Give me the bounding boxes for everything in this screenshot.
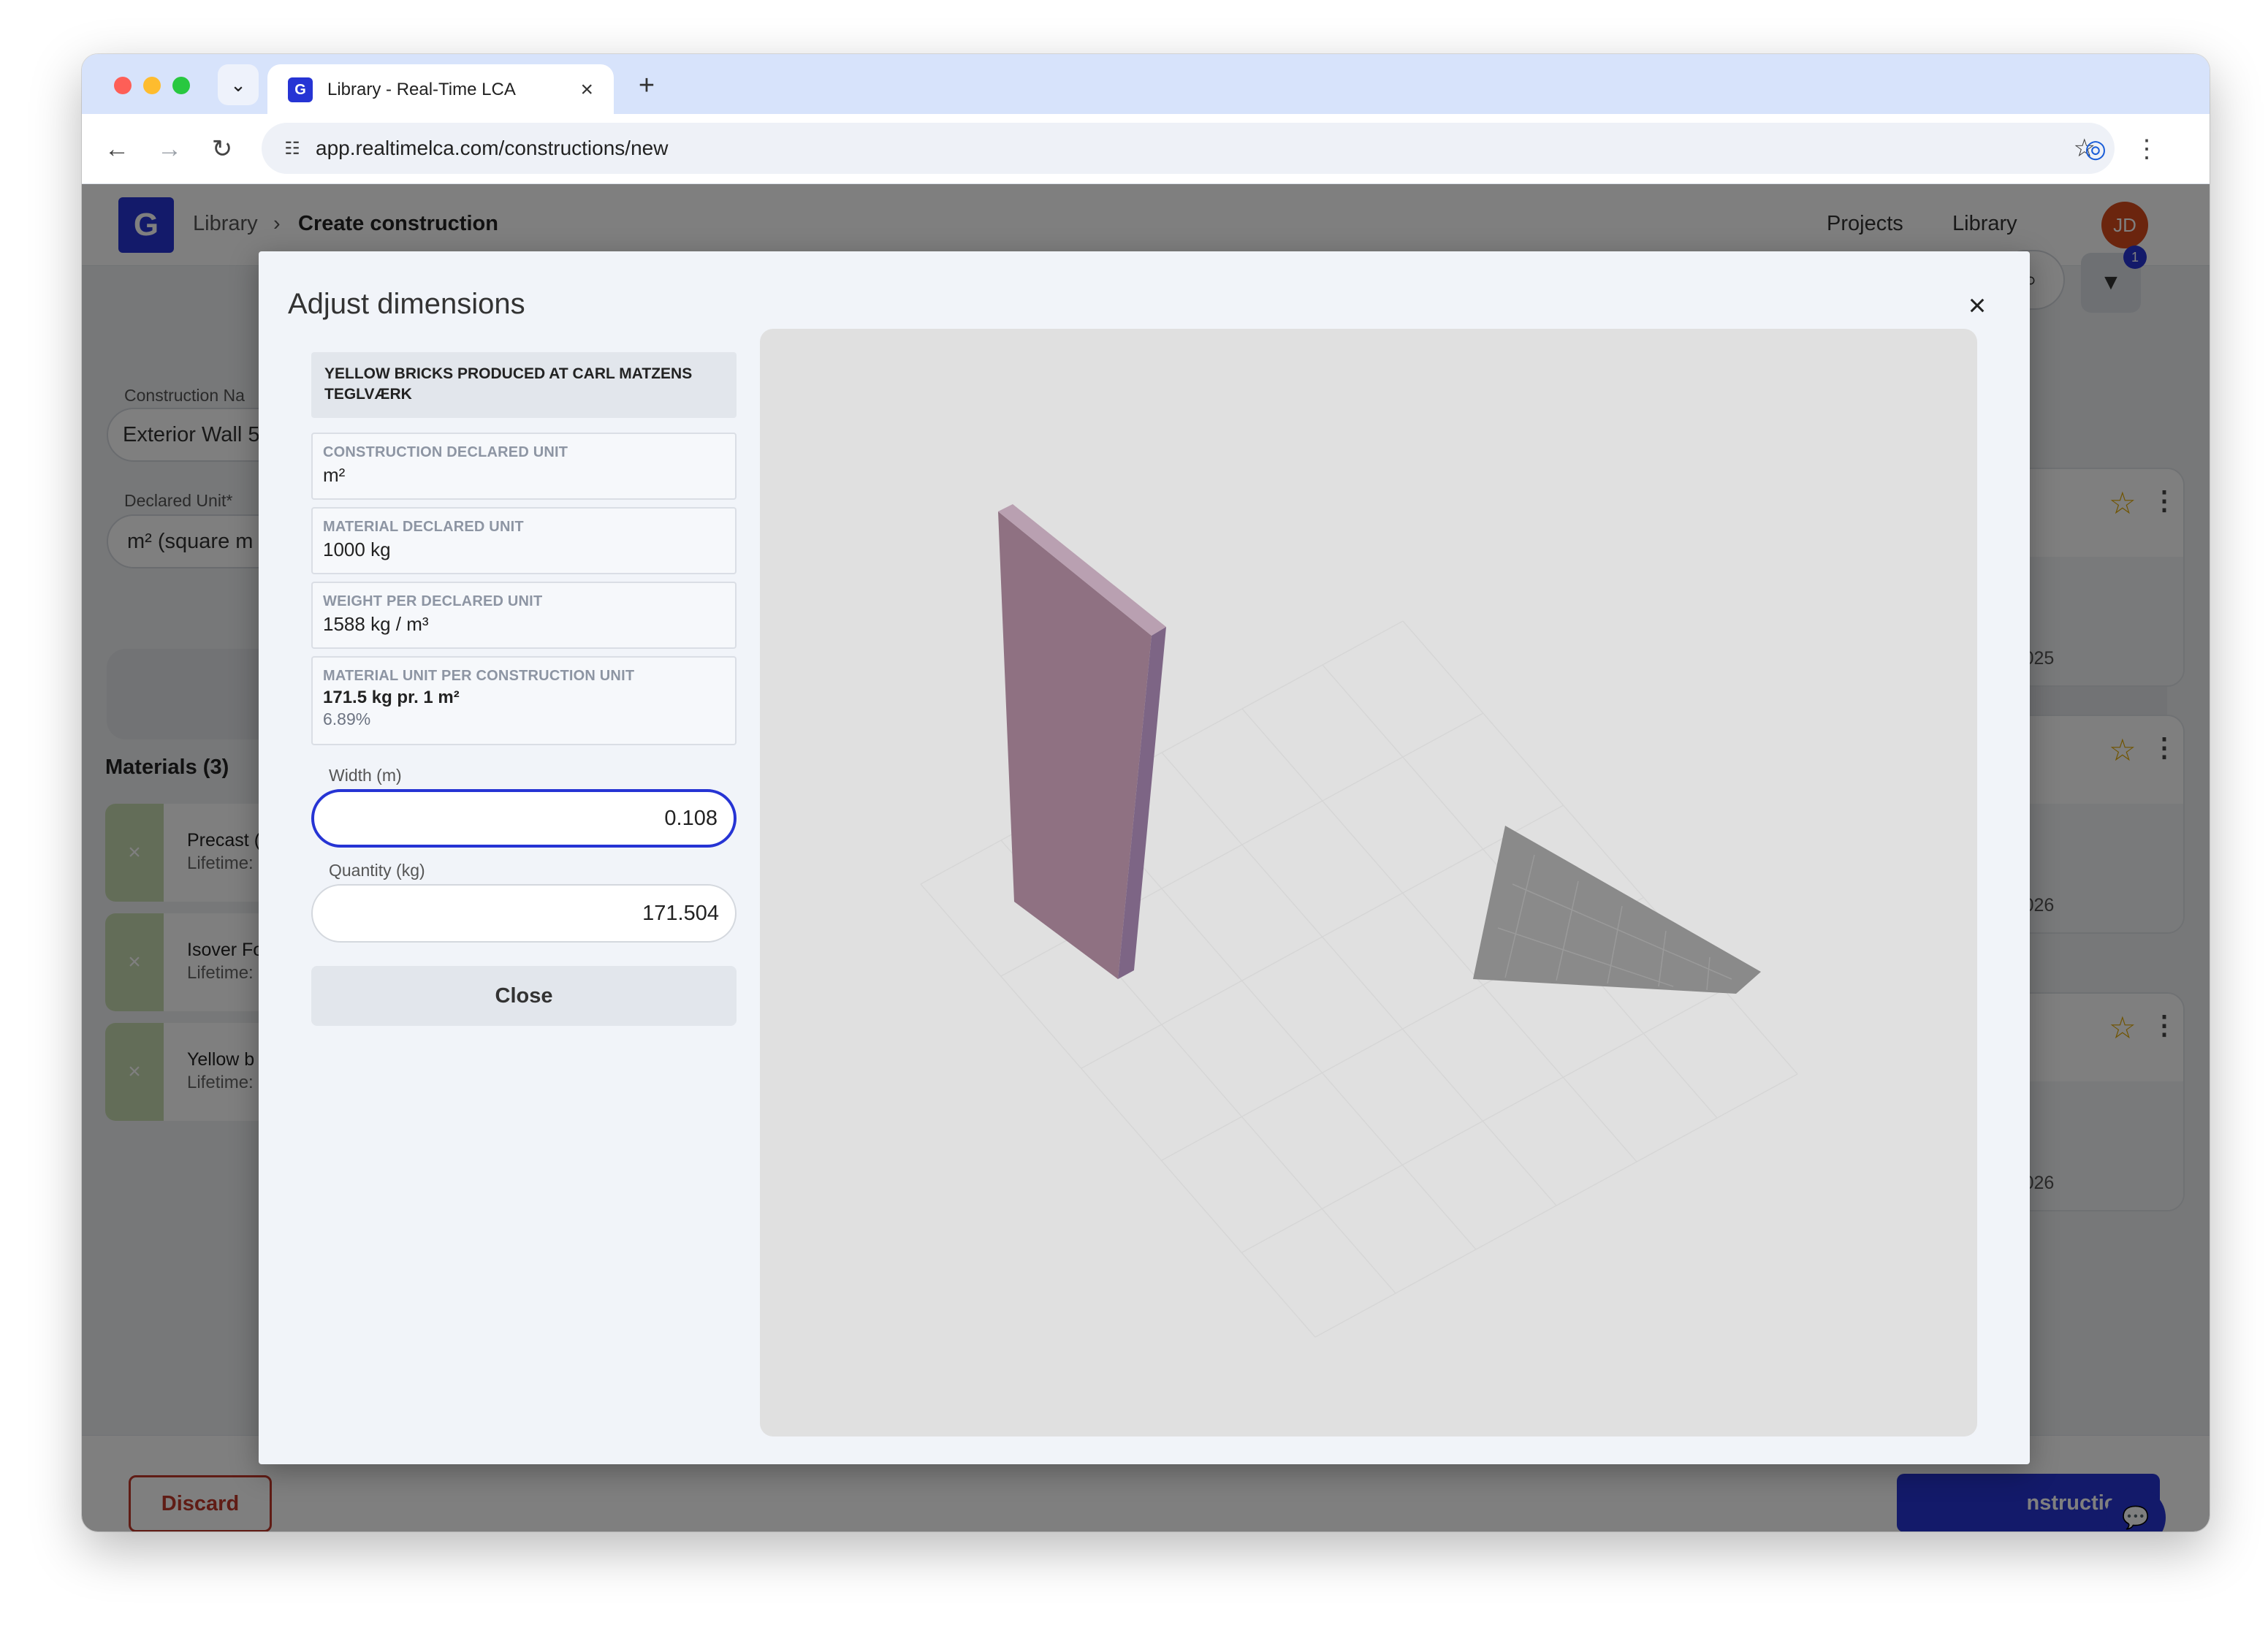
info-value: 171.5 kg pr. 1 m² xyxy=(323,688,460,707)
window-maximize-button[interactable] xyxy=(172,77,190,94)
3d-preview-viewport[interactable] xyxy=(760,329,1977,1436)
browser-toolbar: ← → ↻ ☷ app.realtimelca.com/construction… xyxy=(82,114,2210,184)
browser-menu-button[interactable]: ⋮ xyxy=(2128,130,2166,168)
wall-shadow xyxy=(1473,826,1761,994)
arrow-left-icon: ← xyxy=(104,134,129,163)
width-label: Width (m) xyxy=(329,766,402,785)
info-value: m² xyxy=(323,464,346,486)
plus-icon: + xyxy=(638,69,655,101)
close-button[interactable]: Close xyxy=(311,966,737,1026)
tune-icon[interactable]: ☷ xyxy=(276,132,308,164)
url-text[interactable]: app.realtimelca.com/constructions/new xyxy=(316,137,2074,160)
info-label: CONSTRUCTION DECLARED UNIT xyxy=(323,444,568,460)
profile-icon: ◎ xyxy=(2085,135,2107,163)
weight-per-unit-box: WEIGHT PER DECLARED UNIT 1588 kg / m³ xyxy=(311,582,737,649)
new-tab-button[interactable]: + xyxy=(628,67,665,104)
tab-title: Library - Real-Time LCA xyxy=(327,80,516,99)
favicon-icon: G xyxy=(288,77,313,102)
forward-button[interactable]: → xyxy=(151,130,189,168)
material-declared-unit-box: MATERIAL DECLARED UNIT 1000 kg xyxy=(311,507,737,574)
info-value: 1588 kg / m³ xyxy=(323,613,429,635)
back-button[interactable]: ← xyxy=(98,130,136,168)
info-label: MATERIAL UNIT PER CONSTRUCTION UNIT xyxy=(323,668,635,684)
close-icon: × xyxy=(1968,288,1987,322)
window-minimize-button[interactable] xyxy=(143,77,161,94)
tab-strip: ⌄ G Library - Real-Time LCA × + xyxy=(82,54,2210,115)
reload-icon: ↻ xyxy=(211,135,233,163)
info-percent: 6.89% xyxy=(323,709,371,728)
browser-window: ⌄ G Library - Real-Time LCA × + ← → ↻ ☷ … xyxy=(82,54,2210,1531)
wall-3d-render xyxy=(920,504,1798,1338)
modal-title: Adjust dimensions xyxy=(288,288,525,320)
info-value: 1000 kg xyxy=(323,539,391,560)
app-page: G Library › Create construction Projects… xyxy=(82,184,2210,1531)
kebab-icon: ⋮ xyxy=(2134,135,2159,163)
construction-declared-unit-box: CONSTRUCTION DECLARED UNIT m² xyxy=(311,433,737,500)
reload-button[interactable]: ↻ xyxy=(203,130,241,168)
material-per-construction-box: MATERIAL UNIT PER CONSTRUCTION UNIT 171.… xyxy=(311,656,737,745)
quantity-label: Quantity (kg) xyxy=(329,861,425,880)
arrow-right-icon: → xyxy=(157,134,182,163)
profile-button[interactable]: ◎ xyxy=(2077,130,2115,168)
browser-tab[interactable]: G Library - Real-Time LCA × xyxy=(267,64,614,115)
quantity-input[interactable] xyxy=(311,884,737,943)
tab-close-icon[interactable]: × xyxy=(580,77,593,102)
info-label: WEIGHT PER DECLARED UNIT xyxy=(323,593,543,609)
tab-search-button[interactable]: ⌄ xyxy=(218,64,259,105)
info-label: MATERIAL DECLARED UNIT xyxy=(323,519,524,535)
material-name: YELLOW BRICKS PRODUCED AT CARL MATZENS T… xyxy=(311,352,737,418)
address-bar[interactable]: ☷ app.realtimelca.com/constructions/new … xyxy=(262,123,2115,174)
width-input[interactable] xyxy=(311,789,737,848)
window-close-button[interactable] xyxy=(114,77,132,94)
adjust-dimensions-modal: Adjust dimensions × YELLOW BRICKS PRODUC… xyxy=(259,251,2030,1464)
chevron-down-icon: ⌄ xyxy=(230,73,246,96)
modal-close-button[interactable]: × xyxy=(1957,285,1998,326)
